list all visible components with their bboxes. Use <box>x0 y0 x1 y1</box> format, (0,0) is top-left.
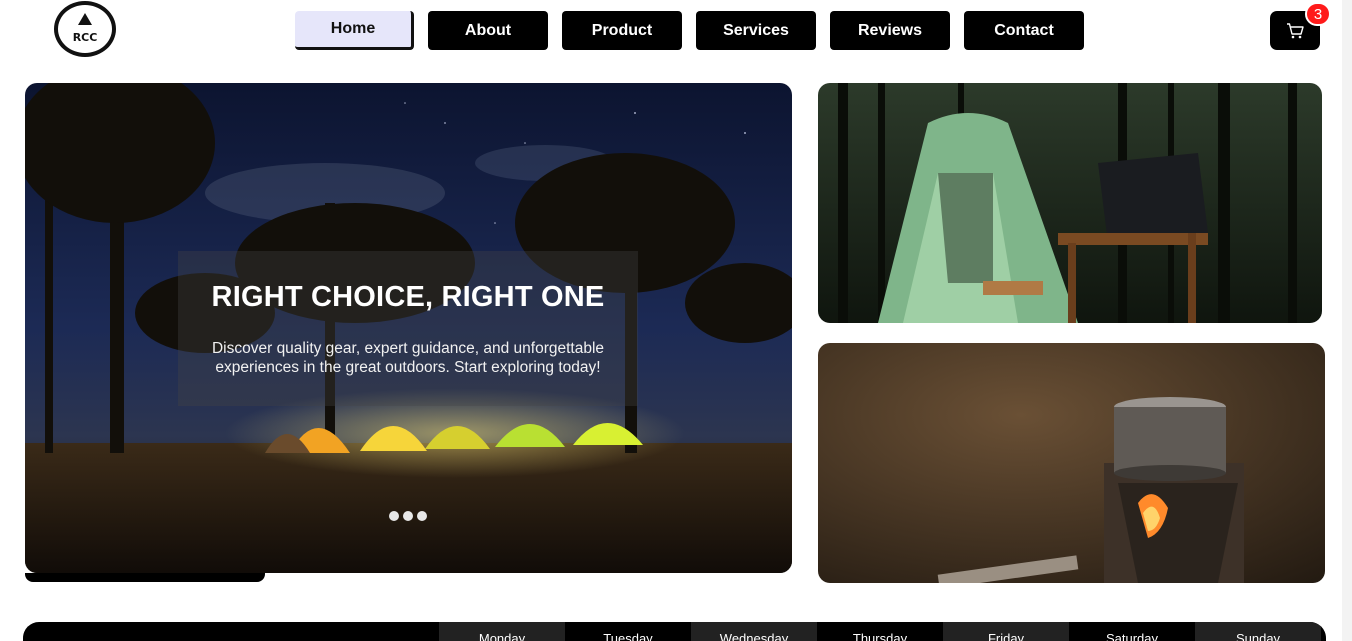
carousel-indicators <box>389 511 427 521</box>
carousel-dot[interactable] <box>417 511 427 521</box>
carousel-progress-bar <box>25 573 265 582</box>
nav-home-button[interactable]: Home <box>295 11 414 50</box>
weekly-schedule-bar: Monday Tuesday Wednesday Thursday Friday… <box>23 622 1326 641</box>
page-scrollbar[interactable] <box>1342 0 1352 641</box>
nav-about-button[interactable]: About <box>428 11 548 50</box>
schedule-days: Monday Tuesday Wednesday Thursday Friday… <box>439 622 1321 641</box>
day-sunday[interactable]: Sunday <box>1195 622 1321 641</box>
logo-text: RCC <box>72 31 98 44</box>
day-thursday[interactable]: Thursday <box>817 622 943 641</box>
main-nav: Home About Product Services Reviews Cont… <box>295 11 1084 50</box>
nav-contact-button[interactable]: Contact <box>964 11 1084 50</box>
camp-stove-image <box>818 343 1325 583</box>
hero-title: RIGHT CHOICE, RIGHT ONE <box>211 281 605 313</box>
hero-caption: RIGHT CHOICE, RIGHT ONE Discover quality… <box>178 251 638 406</box>
shopping-cart-icon <box>1287 22 1304 38</box>
cart-count-badge: 3 <box>1305 2 1331 26</box>
carousel-dot[interactable] <box>403 511 413 521</box>
brand-logo[interactable]: RCC <box>54 1 116 57</box>
day-wednesday[interactable]: Wednesday <box>691 622 817 641</box>
tent-icon <box>78 13 92 25</box>
nav-product-button[interactable]: Product <box>562 11 682 50</box>
day-saturday[interactable]: Saturday <box>1069 622 1195 641</box>
hero-carousel[interactable]: RIGHT CHOICE, RIGHT ONE Discover quality… <box>25 83 792 573</box>
day-friday[interactable]: Friday <box>943 622 1069 641</box>
nav-services-button[interactable]: Services <box>696 11 816 50</box>
tent-chair-image <box>818 83 1322 323</box>
nav-reviews-button[interactable]: Reviews <box>830 11 950 50</box>
hero-description: Discover quality gear, expert guidance, … <box>211 340 605 376</box>
day-tuesday[interactable]: Tuesday <box>565 622 691 641</box>
carousel-dot[interactable] <box>389 511 399 521</box>
day-monday[interactable]: Monday <box>439 622 565 641</box>
